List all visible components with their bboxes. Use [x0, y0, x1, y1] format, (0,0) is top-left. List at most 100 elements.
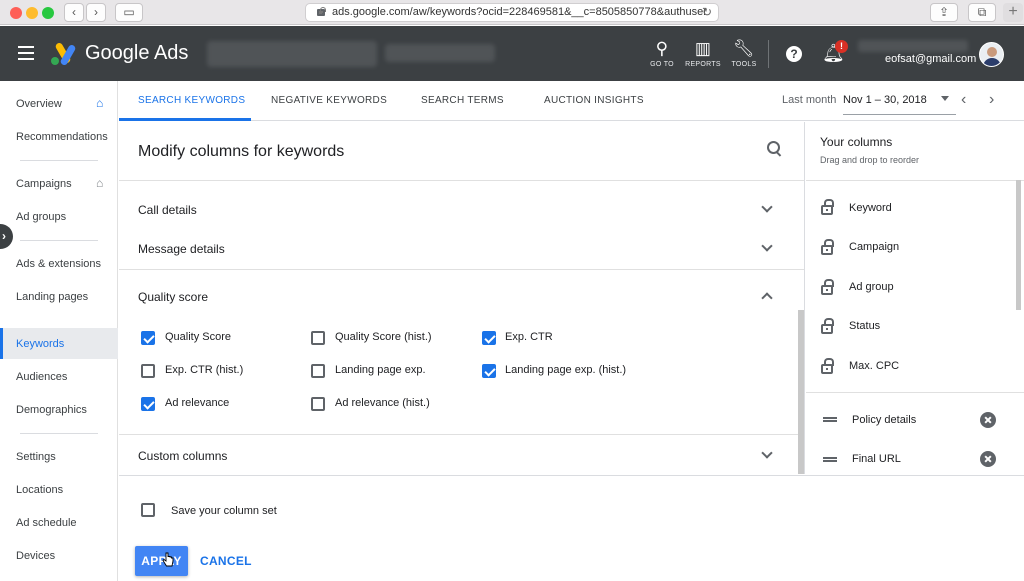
brand-name: Google Ads: [85, 42, 189, 64]
search-icon: ⚲: [655, 39, 669, 58]
section-message-details[interactable]: Message details: [138, 242, 225, 256]
share-button[interactable]: ⇪: [930, 3, 958, 22]
campaign-selector[interactable]: [385, 44, 495, 62]
tab-search-keywords[interactable]: SEARCH KEYWORDS: [138, 81, 245, 121]
your-columns-panel: Your columns Drag and drop to reorder Ke…: [806, 122, 1024, 474]
checkbox-landing-page-exp-hist[interactable]: [482, 364, 496, 378]
divider: [806, 180, 1024, 181]
home-icon: ⌂: [96, 176, 104, 190]
remove-column-icon[interactable]: [980, 412, 996, 428]
chevron-right-icon[interactable]: ›: [989, 91, 994, 109]
account-selector[interactable]: [207, 41, 377, 67]
wrench-icon: 🔧︎: [733, 39, 755, 58]
checkbox-label: Ad relevance (hist.): [335, 397, 430, 409]
address-bar[interactable]: ads.google.com/aw/keywords?ocid=22846958…: [305, 3, 719, 22]
new-tab-button[interactable]: +: [1003, 3, 1023, 22]
column-max-cpc: Max. CPC: [849, 360, 900, 372]
search-icon[interactable]: [767, 141, 781, 155]
google-ads-logo: [51, 43, 76, 65]
hand-cursor-icon: [162, 552, 174, 567]
checkbox-ad-relevance[interactable]: [141, 397, 155, 411]
menu-icon[interactable]: [18, 46, 34, 60]
drag-handle-icon[interactable]: [823, 457, 837, 462]
checkbox-quality-score-hist[interactable]: [311, 331, 325, 345]
section-quality-score[interactable]: Quality score: [138, 290, 208, 304]
divider: [119, 434, 804, 435]
section-custom-columns[interactable]: Custom columns: [138, 449, 227, 463]
nav-item-settings[interactable]: Settings: [16, 451, 56, 463]
nav-item-ad-schedule[interactable]: Ad schedule: [16, 517, 77, 529]
checkbox-landing-page-exp[interactable]: [311, 364, 325, 378]
back-button[interactable]: ‹: [64, 3, 84, 22]
nav-item-landing-pages[interactable]: Landing pages: [16, 291, 88, 303]
checkbox-quality-score[interactable]: [141, 331, 155, 345]
close-window-icon[interactable]: [10, 7, 22, 19]
left-nav: Overview ⌂ Recommendations Campaigns ⌂ A…: [0, 81, 118, 581]
nav-item-locations[interactable]: Locations: [16, 484, 63, 496]
chevron-up-icon[interactable]: [761, 292, 773, 304]
maximize-window-icon[interactable]: [42, 7, 54, 19]
nav-item-ad-groups[interactable]: Ad groups: [16, 211, 66, 223]
checkbox-exp-ctr[interactable]: [482, 331, 496, 345]
save-column-set-checkbox[interactable]: [141, 503, 155, 517]
your-columns-scrollbar[interactable]: [1016, 180, 1021, 310]
sidebar-toggle-button[interactable]: ▭: [115, 3, 143, 22]
account-name: [858, 40, 968, 52]
your-columns-subtitle: Drag and drop to reorder: [820, 155, 920, 165]
help-icon[interactable]: ?: [786, 46, 802, 62]
nav-item-demographics[interactable]: Demographics: [16, 404, 87, 416]
nav-item-devices[interactable]: Devices: [16, 550, 55, 562]
goto-button[interactable]: ⚲ GO TO: [642, 39, 682, 68]
checkbox-ad-relevance-hist[interactable]: [311, 397, 325, 411]
avatar[interactable]: [979, 42, 1004, 67]
tabs-overview-button[interactable]: ⧉: [968, 3, 996, 22]
nav-item-overview[interactable]: Overview: [16, 98, 62, 110]
section-call-details[interactable]: Call details: [138, 203, 197, 217]
minimize-window-icon[interactable]: [26, 7, 38, 19]
nav-item-recommendations[interactable]: Recommendations: [16, 131, 108, 143]
reload-icon[interactable]: ↻: [702, 4, 712, 21]
drag-handle-icon[interactable]: [823, 417, 837, 422]
chevron-down-icon[interactable]: [761, 240, 773, 252]
column-status: Status: [849, 320, 881, 332]
date-range-label: Last month: [782, 94, 837, 106]
home-icon: ⌂: [96, 96, 104, 110]
bar-chart-icon: ▥: [694, 39, 712, 58]
panel-scrollbar[interactable]: [798, 310, 804, 474]
forward-button[interactable]: ›: [86, 3, 106, 22]
chevron-left-icon[interactable]: ‹: [961, 91, 966, 109]
nav-item-keywords[interactable]: Keywords: [16, 338, 64, 350]
remove-column-icon[interactable]: [980, 451, 996, 467]
checkbox-label: Landing page exp.: [335, 364, 426, 376]
column-ad-group: Ad group: [849, 281, 894, 293]
tab-negative-keywords[interactable]: NEGATIVE KEYWORDS: [271, 81, 387, 121]
column-final-url: Final URL: [852, 453, 901, 465]
date-range-underline: [843, 114, 956, 115]
panel-title: Modify columns for keywords: [138, 143, 345, 160]
tools-button[interactable]: 🔧︎ TOOLS: [724, 39, 764, 68]
dropdown-arrow-icon[interactable]: [941, 96, 949, 101]
tab-search-terms[interactable]: SEARCH TERMS: [421, 81, 504, 121]
cancel-button[interactable]: CANCEL: [200, 554, 252, 568]
nav-active-indicator: [0, 328, 3, 359]
user-email: eofsat@gmail.com: [885, 53, 977, 65]
date-range-select[interactable]: Nov 1 – 30, 2018: [843, 94, 956, 106]
reports-button[interactable]: ▥ REPORTS: [683, 39, 723, 68]
nav-item-audiences[interactable]: Audiences: [16, 371, 67, 383]
checkbox-label: Quality Score (hist.): [335, 331, 432, 343]
checkbox-label: Landing page exp. (hist.): [505, 364, 627, 376]
chevron-down-icon[interactable]: [761, 201, 773, 213]
url-text: ads.google.com/aw/keywords?ocid=22846958…: [332, 6, 707, 18]
divider: [119, 180, 804, 181]
footer-actions: Save your column set APPLY CANCEL: [119, 475, 1024, 581]
lock-icon: [317, 7, 326, 16]
nav-item-ads-extensions[interactable]: Ads & extensions: [16, 258, 101, 270]
column-keyword: Keyword: [849, 202, 892, 214]
tab-auction-insights[interactable]: AUCTION INSIGHTS: [544, 81, 644, 121]
column-policy-details: Policy details: [852, 414, 917, 426]
divider: [806, 392, 1024, 393]
chevron-down-icon[interactable]: [761, 447, 773, 459]
lock-icon: [821, 239, 834, 255]
nav-item-campaigns[interactable]: Campaigns: [16, 178, 72, 190]
checkbox-exp-ctr-hist[interactable]: [141, 364, 155, 378]
